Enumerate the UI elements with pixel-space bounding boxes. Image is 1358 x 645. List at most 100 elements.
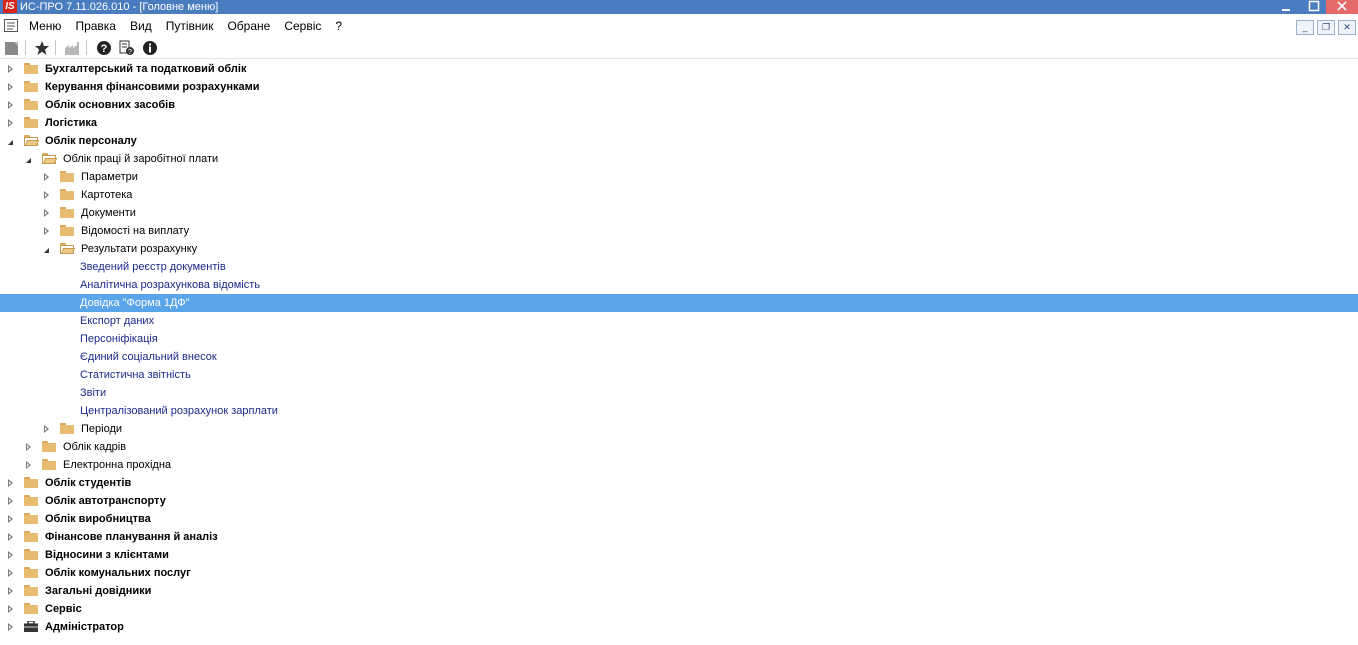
expand-arrow-right-icon[interactable] <box>8 83 13 91</box>
tree-leaf-item[interactable]: Єдиний соціальний внесок <box>0 348 1358 366</box>
toolbar: ? ? <box>0 37 1358 59</box>
tree-item-label: Облік виробництва <box>45 513 151 525</box>
tree-item-label: Параметри <box>81 171 138 183</box>
mdi-minimize-icon[interactable]: _ <box>1296 20 1314 35</box>
tree-leaf-item[interactable]: Аналітична розрахункова відомість <box>0 276 1358 294</box>
expand-arrow-right-icon[interactable] <box>44 191 49 199</box>
menu-item-service[interactable]: Сервіс <box>277 15 328 37</box>
folder-icon <box>60 171 74 182</box>
tree-leaf-item[interactable]: Звіти <box>0 384 1358 402</box>
folder-icon <box>24 63 38 74</box>
system-menu-icon[interactable] <box>4 19 18 32</box>
expand-arrow-right-icon[interactable] <box>8 533 13 541</box>
tree-node-item[interactable]: Сервіс <box>0 600 1358 618</box>
expand-arrow-right-icon[interactable] <box>8 497 13 505</box>
tree-leaf-item[interactable]: Довідка "Форма 1ДФ" <box>0 294 1358 312</box>
tree-item-label: Адміністратор <box>45 621 124 633</box>
tree-item-label: Централізований розрахунок зарплати <box>80 405 278 417</box>
minimize-icon[interactable] <box>1272 0 1300 14</box>
tree-node-item[interactable]: Фінансове планування й аналіз <box>0 528 1358 546</box>
tree-node-item[interactable]: Результати розрахунку <box>0 240 1358 258</box>
mdi-restore-icon[interactable]: ❐ <box>1317 20 1335 35</box>
expand-arrow-right-icon[interactable] <box>8 65 13 73</box>
tree-node-item[interactable]: Електронна прохідна <box>0 456 1358 474</box>
tree-node-item[interactable]: Облік студентів <box>0 474 1358 492</box>
expand-arrow-right-icon[interactable] <box>8 551 13 559</box>
folder-icon <box>42 441 56 452</box>
tree-node-item[interactable]: Відносини з клієнтами <box>0 546 1358 564</box>
tree-item-label: Облік персоналу <box>45 135 137 147</box>
star-icon[interactable] <box>33 39 50 56</box>
tree-item-label: Документи <box>81 207 136 219</box>
tree-node-item[interactable]: Бухгалтерський та податковий облік <box>0 60 1358 78</box>
tree-node-item[interactable]: Облік персоналу <box>0 132 1358 150</box>
factory-icon[interactable] <box>63 39 80 56</box>
tree-node-item[interactable]: Облік кадрів <box>0 438 1358 456</box>
tree-item-label: Зведений реєстр документів <box>80 261 226 273</box>
title-bar: IS ИС-ПРО 7.11.026.010 - [Головне меню] <box>0 0 1358 14</box>
expand-arrow-right-icon[interactable] <box>44 209 49 217</box>
maximize-icon[interactable] <box>1300 0 1328 14</box>
expand-arrow-right-icon[interactable] <box>8 479 13 487</box>
folder-icon <box>24 477 38 488</box>
info-icon[interactable] <box>141 39 158 56</box>
tree-node-item[interactable]: Параметри <box>0 168 1358 186</box>
tree-node-item[interactable]: Облік основних засобів <box>0 96 1358 114</box>
folder-icon <box>60 423 74 434</box>
open-folder-icon <box>60 243 76 254</box>
menu-item-view[interactable]: Вид <box>123 15 159 37</box>
folder-icon <box>60 189 74 200</box>
menu-item-guide[interactable]: Путівник <box>159 15 221 37</box>
tree-node-item[interactable]: Адміністратор <box>0 618 1358 636</box>
tree-item-label: Звіти <box>80 387 107 399</box>
expand-arrow-right-icon[interactable] <box>8 605 13 613</box>
tree-node-item[interactable]: Загальні довідники <box>0 582 1358 600</box>
tree-node-item[interactable]: Облік автотранспорту <box>0 492 1358 510</box>
doc-help-icon[interactable]: ? <box>118 39 135 56</box>
expand-arrow-down-icon[interactable] <box>8 140 13 145</box>
tree-leaf-item[interactable]: Статистична звітність <box>0 366 1358 384</box>
expand-arrow-right-icon[interactable] <box>26 461 31 469</box>
tree-item-label: Відносини з клієнтами <box>45 549 169 561</box>
expand-arrow-right-icon[interactable] <box>8 119 13 127</box>
tree-node-item[interactable]: Облік комунальних послуг <box>0 564 1358 582</box>
tree-item-label: Облік основних засобів <box>45 99 175 111</box>
tree-leaf-item[interactable]: Зведений реєстр документів <box>0 258 1358 276</box>
tree-node-item[interactable]: Періоди <box>0 420 1358 438</box>
mdi-close-icon[interactable]: ✕ <box>1338 20 1356 35</box>
help-icon[interactable]: ? <box>95 39 112 56</box>
expand-arrow-right-icon[interactable] <box>44 425 49 433</box>
folder-icon <box>24 99 38 110</box>
tree-item-label: Аналітична розрахункова відомість <box>80 279 261 291</box>
expand-arrow-right-icon[interactable] <box>26 443 31 451</box>
expand-arrow-right-icon[interactable] <box>8 623 13 631</box>
tree-node-item[interactable]: Картотека <box>0 186 1358 204</box>
menu-item-help[interactable]: ? <box>328 15 349 37</box>
close-icon[interactable] <box>1326 0 1358 14</box>
tree-leaf-item[interactable]: Централізований розрахунок зарплати <box>0 402 1358 420</box>
tree-node-item[interactable]: Облік виробництва <box>0 510 1358 528</box>
document-icon[interactable] <box>3 39 20 56</box>
expand-arrow-down-icon[interactable] <box>44 248 49 253</box>
expand-arrow-right-icon[interactable] <box>8 569 13 577</box>
folder-icon <box>24 549 38 560</box>
expand-arrow-down-icon[interactable] <box>26 158 31 163</box>
tree-leaf-item[interactable]: Експорт даних <box>0 312 1358 330</box>
expand-arrow-right-icon[interactable] <box>8 515 13 523</box>
tree-node-item[interactable]: Облік праці й заробітної плати <box>0 150 1358 168</box>
tree-node-item[interactable]: Документи <box>0 204 1358 222</box>
expand-arrow-right-icon[interactable] <box>8 587 13 595</box>
tree-item-label: Результати розрахунку <box>81 243 198 255</box>
expand-arrow-right-icon[interactable] <box>8 101 13 109</box>
expand-arrow-right-icon[interactable] <box>44 227 49 235</box>
tree-node-item[interactable]: Логістика <box>0 114 1358 132</box>
menu-item-edit[interactable]: Правка <box>68 15 123 37</box>
menu-item-favorites[interactable]: Обране <box>220 15 277 37</box>
tree-node-item[interactable]: Відомості на виплату <box>0 222 1358 240</box>
tree-leaf-item[interactable]: Персоніфікація <box>0 330 1358 348</box>
svg-text:?: ? <box>100 43 107 55</box>
expand-arrow-right-icon[interactable] <box>44 173 49 181</box>
tree-item-label: Облік студентів <box>45 477 132 489</box>
menu-item-menu[interactable]: Меню <box>22 15 68 37</box>
tree-node-item[interactable]: Керування фінансовими розрахунками <box>0 78 1358 96</box>
